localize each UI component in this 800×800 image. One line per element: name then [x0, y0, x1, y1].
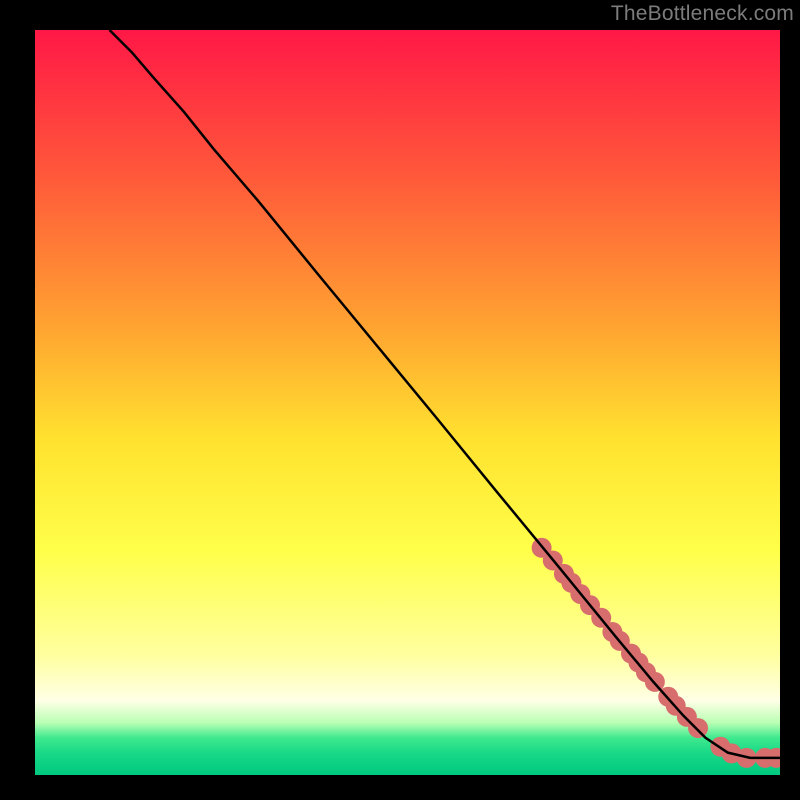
chart-plot-area — [35, 30, 780, 775]
gradient-background — [35, 30, 780, 775]
scatter-dot — [688, 718, 708, 738]
attribution-label: TheBottleneck.com — [611, 2, 794, 26]
chart-frame: TheBottleneck.com — [0, 0, 800, 800]
chart-svg — [35, 30, 780, 775]
